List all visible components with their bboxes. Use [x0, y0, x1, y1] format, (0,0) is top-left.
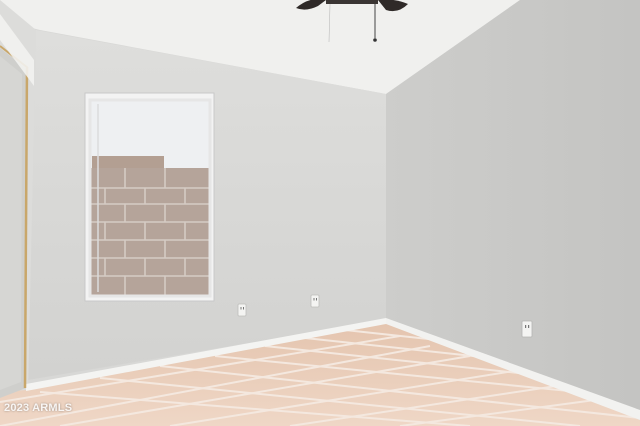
outlet-icon [521, 320, 533, 338]
outlet-icon [237, 303, 247, 317]
watermark: 2023 ARMLS [4, 402, 73, 414]
mirror-closet-door [0, 45, 29, 398]
room-illustration [0, 0, 640, 426]
bedroom-photo: 2023 ARMLS [0, 0, 640, 426]
window [84, 92, 215, 302]
neighbor-roof [92, 156, 164, 170]
outlet-icon [310, 294, 320, 308]
